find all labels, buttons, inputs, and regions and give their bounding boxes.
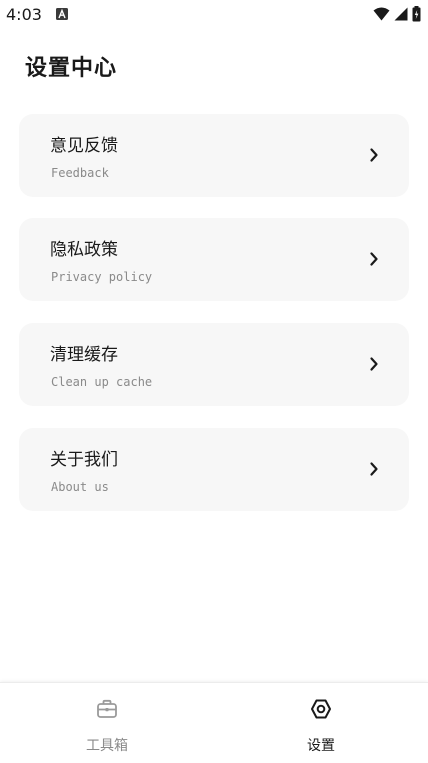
menu-item-subtitle: Feedback [51, 166, 109, 180]
menu-item-clean-cache[interactable]: 清理缓存 Clean up cache [19, 323, 409, 406]
menu-item-title: 隐私政策 [50, 240, 118, 260]
menu-item-title: 意见反馈 [50, 136, 118, 156]
wifi-icon [373, 7, 390, 21]
menu-item-privacy-policy[interactable]: 隐私政策 Privacy policy [19, 218, 409, 301]
page-title: 设置中心 [25, 56, 118, 81]
chevron-right-icon [370, 252, 378, 266]
nav-label-settings: 设置 [307, 738, 335, 754]
notification-a-icon [56, 8, 68, 20]
nav-item-toolbox[interactable]: 工具箱 [0, 683, 214, 763]
menu-item-subtitle: Clean up cache [51, 375, 153, 389]
menu-item-subtitle: Privacy policy [51, 270, 153, 284]
chevron-right-icon [370, 148, 378, 162]
status-time: 4:03 [6, 5, 42, 24]
menu-item-title: 清理缓存 [50, 345, 118, 365]
menu-item-title: 关于我们 [50, 450, 118, 470]
signal-icon [394, 7, 408, 21]
chevron-right-icon [370, 462, 378, 476]
nav-item-settings[interactable]: 设置 [214, 683, 428, 763]
menu-item-subtitle: About us [51, 480, 109, 494]
battery-icon [412, 6, 421, 22]
chevron-right-icon [370, 357, 378, 371]
status-bar: 4:03 [0, 0, 428, 30]
toolbox-icon [97, 699, 117, 718]
menu-item-about-us[interactable]: 关于我们 About us [19, 428, 409, 511]
menu-item-feedback[interactable]: 意见反馈 Feedback [19, 114, 409, 197]
bottom-nav: 工具箱 设置 [0, 682, 428, 763]
status-icons [373, 6, 421, 22]
settings-icon [311, 699, 331, 719]
nav-label-toolbox: 工具箱 [86, 738, 128, 754]
